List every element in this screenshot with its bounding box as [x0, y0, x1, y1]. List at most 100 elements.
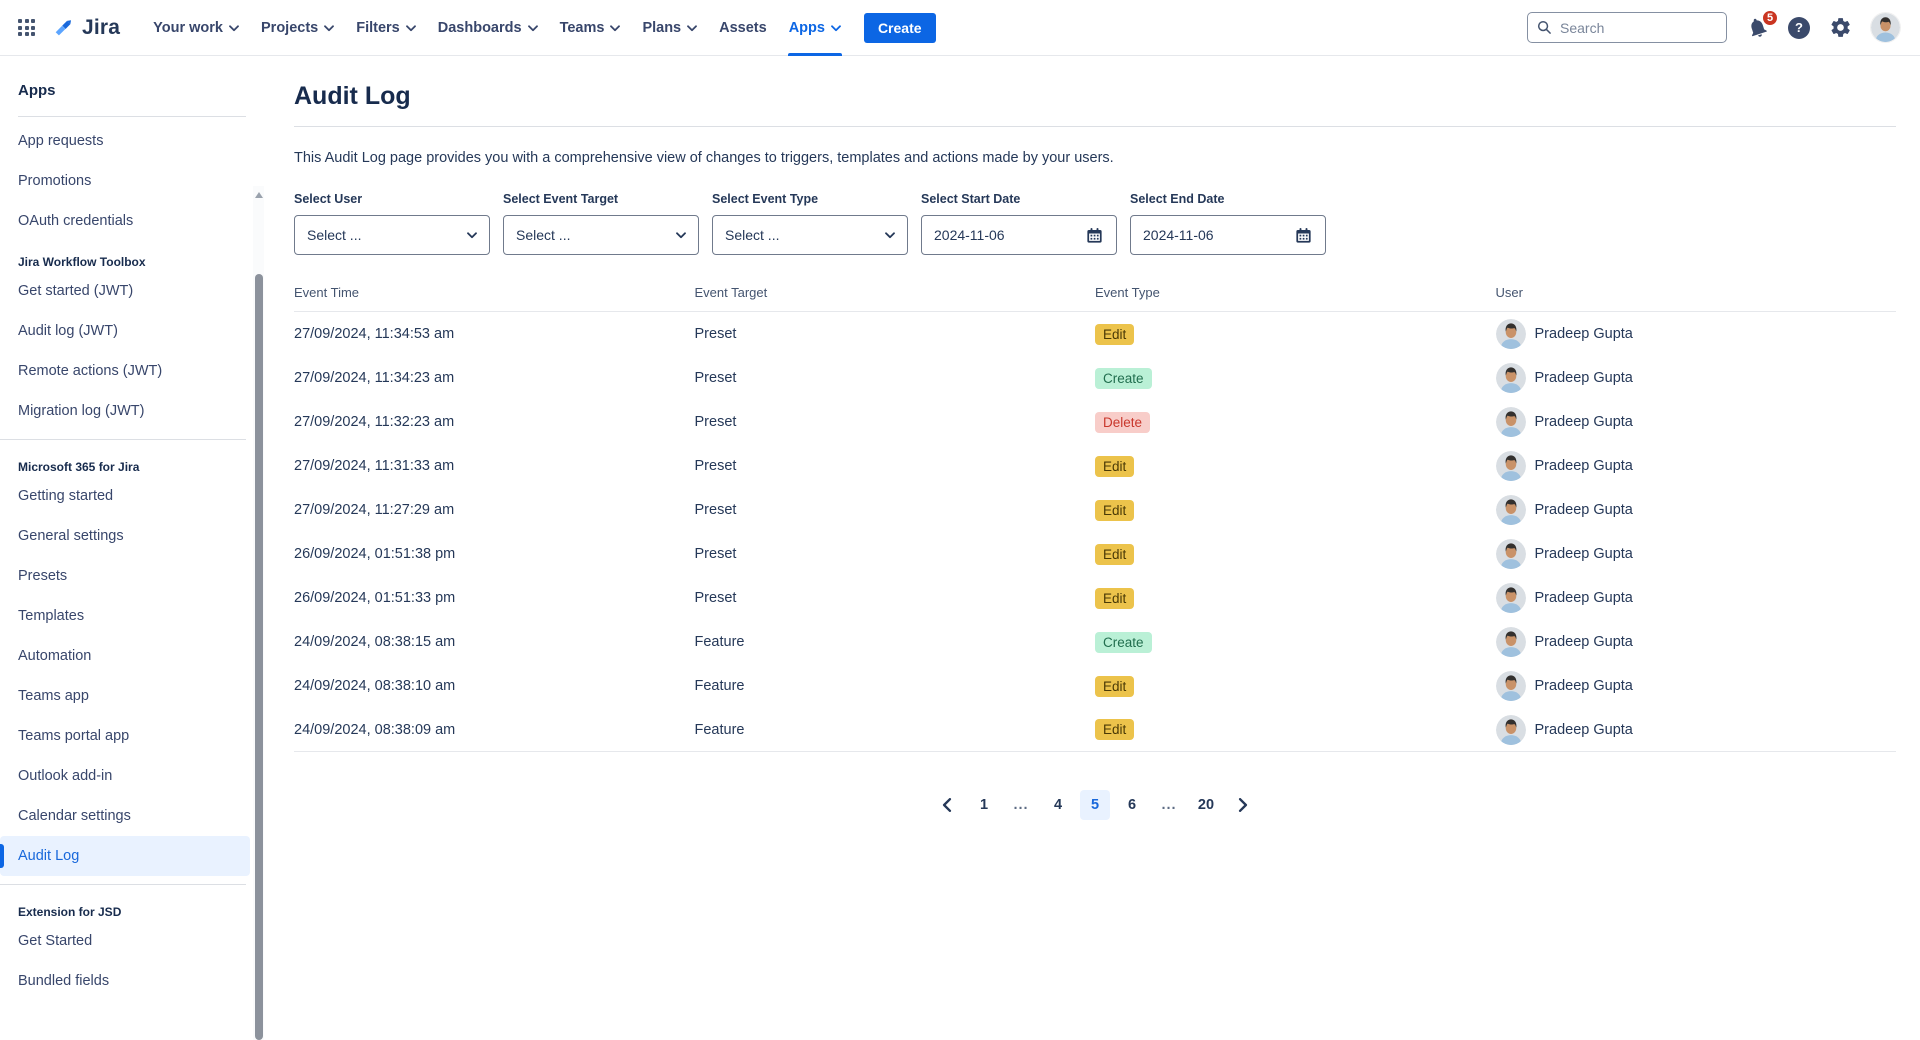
sidebar-item-promotions[interactable]: Promotions: [0, 161, 264, 201]
column-header-user: User: [1496, 285, 1897, 300]
previous-page-button[interactable]: [932, 790, 962, 820]
sidebar-item-bundled-fields[interactable]: Bundled fields: [0, 961, 264, 1001]
user-name: Pradeep Gupta: [1535, 370, 1633, 386]
sidebar-section-header-microsoft-365-for-jira: Microsoft 365 for Jira: [0, 446, 264, 476]
table-row: 27/09/2024, 11:32:23 am Preset Delete Pr…: [294, 400, 1896, 444]
select-user-dropdown[interactable]: Select ...: [294, 215, 490, 255]
user-name: Pradeep Gupta: [1535, 678, 1633, 694]
sidebar-item-get-started-jwt[interactable]: Get started (JWT): [0, 271, 264, 311]
page-button-5[interactable]: 5: [1080, 790, 1110, 820]
settings-button[interactable]: [1829, 16, 1852, 39]
sidebar-item-label: Calendar settings: [18, 808, 131, 824]
user-avatar[interactable]: [1871, 13, 1900, 42]
sidebar-item-automation[interactable]: Automation: [0, 636, 264, 676]
sidebar-item-teams-portal-app[interactable]: Teams portal app: [0, 716, 264, 756]
dropdown-value: Select ...: [516, 227, 668, 243]
help-button[interactable]: ?: [1788, 17, 1810, 39]
nav-item-assets[interactable]: Assets: [708, 0, 778, 56]
event-type-badge: Delete: [1095, 412, 1150, 433]
pagination-ellipsis: ...: [1006, 790, 1036, 820]
event-target-cell: Preset: [695, 370, 1096, 386]
nav-item-plans[interactable]: Plans: [631, 0, 708, 56]
nav-item-apps[interactable]: Apps: [778, 0, 852, 56]
pagination: 1...456...20: [294, 790, 1896, 820]
event-type-badge: Edit: [1095, 544, 1134, 565]
event-target-cell: Feature: [695, 678, 1096, 694]
page-button-6[interactable]: 6: [1117, 790, 1147, 820]
date-input[interactable]: [934, 227, 1077, 243]
nav-item-projects[interactable]: Projects: [250, 0, 345, 56]
page-button-20[interactable]: 20: [1191, 790, 1221, 820]
sidebar-item-label: Audit log (JWT): [18, 323, 118, 339]
row-avatar-photo: [1496, 319, 1526, 349]
sidebar-scrollbar[interactable]: [253, 186, 264, 1040]
sidebar-item-audit-log[interactable]: Audit Log: [0, 836, 250, 876]
table-row: 27/09/2024, 11:34:53 am Preset Edit Prad…: [294, 312, 1896, 356]
table-row: 26/09/2024, 01:51:33 pm Preset Edit Prad…: [294, 576, 1896, 620]
create-button[interactable]: Create: [864, 13, 936, 43]
search-input[interactable]: [1527, 12, 1727, 43]
user-name: Pradeep Gupta: [1535, 502, 1633, 518]
event-target-cell: Preset: [695, 590, 1096, 606]
event-target-cell: Feature: [695, 722, 1096, 738]
user-cell: Pradeep Gupta: [1496, 671, 1897, 701]
row-avatar-photo: [1496, 583, 1526, 613]
scrollbar-thumb[interactable]: [255, 274, 263, 1040]
event-target-cell: Preset: [695, 502, 1096, 518]
page-button-4[interactable]: 4: [1043, 790, 1073, 820]
sidebar-item-label: Teams portal app: [18, 728, 129, 744]
nav-item-teams[interactable]: Teams: [549, 0, 632, 56]
nav-item-filters[interactable]: Filters: [345, 0, 427, 56]
nav-item-dashboards[interactable]: Dashboards: [427, 0, 549, 56]
select-event-type-dropdown[interactable]: Select ...: [712, 215, 908, 255]
sidebar-item-outlook-add-in[interactable]: Outlook add-in: [0, 756, 264, 796]
select-event-target-dropdown[interactable]: Select ...: [503, 215, 699, 255]
chevron-down-icon: [676, 232, 686, 239]
user-cell: Pradeep Gupta: [1496, 363, 1897, 393]
scrollbar-up-arrow-icon[interactable]: [255, 192, 263, 198]
row-avatar-photo: [1496, 671, 1526, 701]
user-name: Pradeep Gupta: [1535, 634, 1633, 650]
filter-select-end-date: Select End Date: [1130, 192, 1326, 255]
user-name: Pradeep Gupta: [1535, 722, 1633, 738]
jira-logo[interactable]: Jira: [51, 15, 120, 40]
sidebar-item-oauth-credentials[interactable]: OAuth credentials: [0, 201, 264, 241]
sidebar-item-audit-log-jwt[interactable]: Audit log (JWT): [0, 311, 264, 351]
sidebar-item-calendar-settings[interactable]: Calendar settings: [0, 796, 264, 836]
sidebar-item-general-settings[interactable]: General settings: [0, 516, 264, 556]
sidebar-item-templates[interactable]: Templates: [0, 596, 264, 636]
event-time-cell: 24/09/2024, 08:38:15 am: [294, 634, 695, 650]
page-button-1[interactable]: 1: [969, 790, 999, 820]
sidebar-item-app-requests[interactable]: App requests: [0, 121, 264, 161]
sidebar-item-label: Outlook add-in: [18, 768, 112, 784]
sidebar-item-label: Get Started: [18, 933, 92, 949]
nav-item-your-work[interactable]: Your work: [142, 0, 250, 56]
search-icon: [1537, 20, 1552, 35]
column-header-event-time: Event Time: [294, 285, 695, 300]
notifications-button[interactable]: 5: [1746, 16, 1769, 39]
sidebar-item-migration-log-jwt[interactable]: Migration log (JWT): [0, 391, 264, 431]
app-switcher-icon[interactable]: [18, 19, 35, 36]
chevron-right-icon: [1237, 798, 1249, 812]
event-type-cell: Create: [1095, 368, 1496, 389]
row-avatar-photo: [1496, 363, 1526, 393]
sidebar-item-presets[interactable]: Presets: [0, 556, 264, 596]
row-avatar: [1496, 539, 1526, 569]
event-time-cell: 27/09/2024, 11:34:53 am: [294, 326, 695, 342]
date-input[interactable]: [1143, 227, 1286, 243]
table-row: 26/09/2024, 01:51:38 pm Preset Edit Prad…: [294, 532, 1896, 576]
event-type-cell: Edit: [1095, 676, 1496, 697]
sidebar-item-remote-actions-jwt[interactable]: Remote actions (JWT): [0, 351, 264, 391]
sidebar-item-label: Teams app: [18, 688, 89, 704]
next-page-button[interactable]: [1228, 790, 1258, 820]
sidebar-item-teams-app[interactable]: Teams app: [0, 676, 264, 716]
sidebar-item-getting-started[interactable]: Getting started: [0, 476, 264, 516]
row-avatar-photo: [1496, 407, 1526, 437]
sidebar-section-header-extension-for-jsd: Extension for JSD: [0, 891, 264, 921]
sidebar-item-get-started[interactable]: Get Started: [0, 921, 264, 961]
sidebar-item-label: Presets: [18, 568, 67, 584]
nav-item-label: Assets: [719, 20, 767, 36]
event-target-cell: Feature: [695, 634, 1096, 650]
sidebar-section-header-jira-workflow-toolbox: Jira Workflow Toolbox: [0, 241, 264, 271]
chevron-down-icon: [885, 232, 895, 239]
